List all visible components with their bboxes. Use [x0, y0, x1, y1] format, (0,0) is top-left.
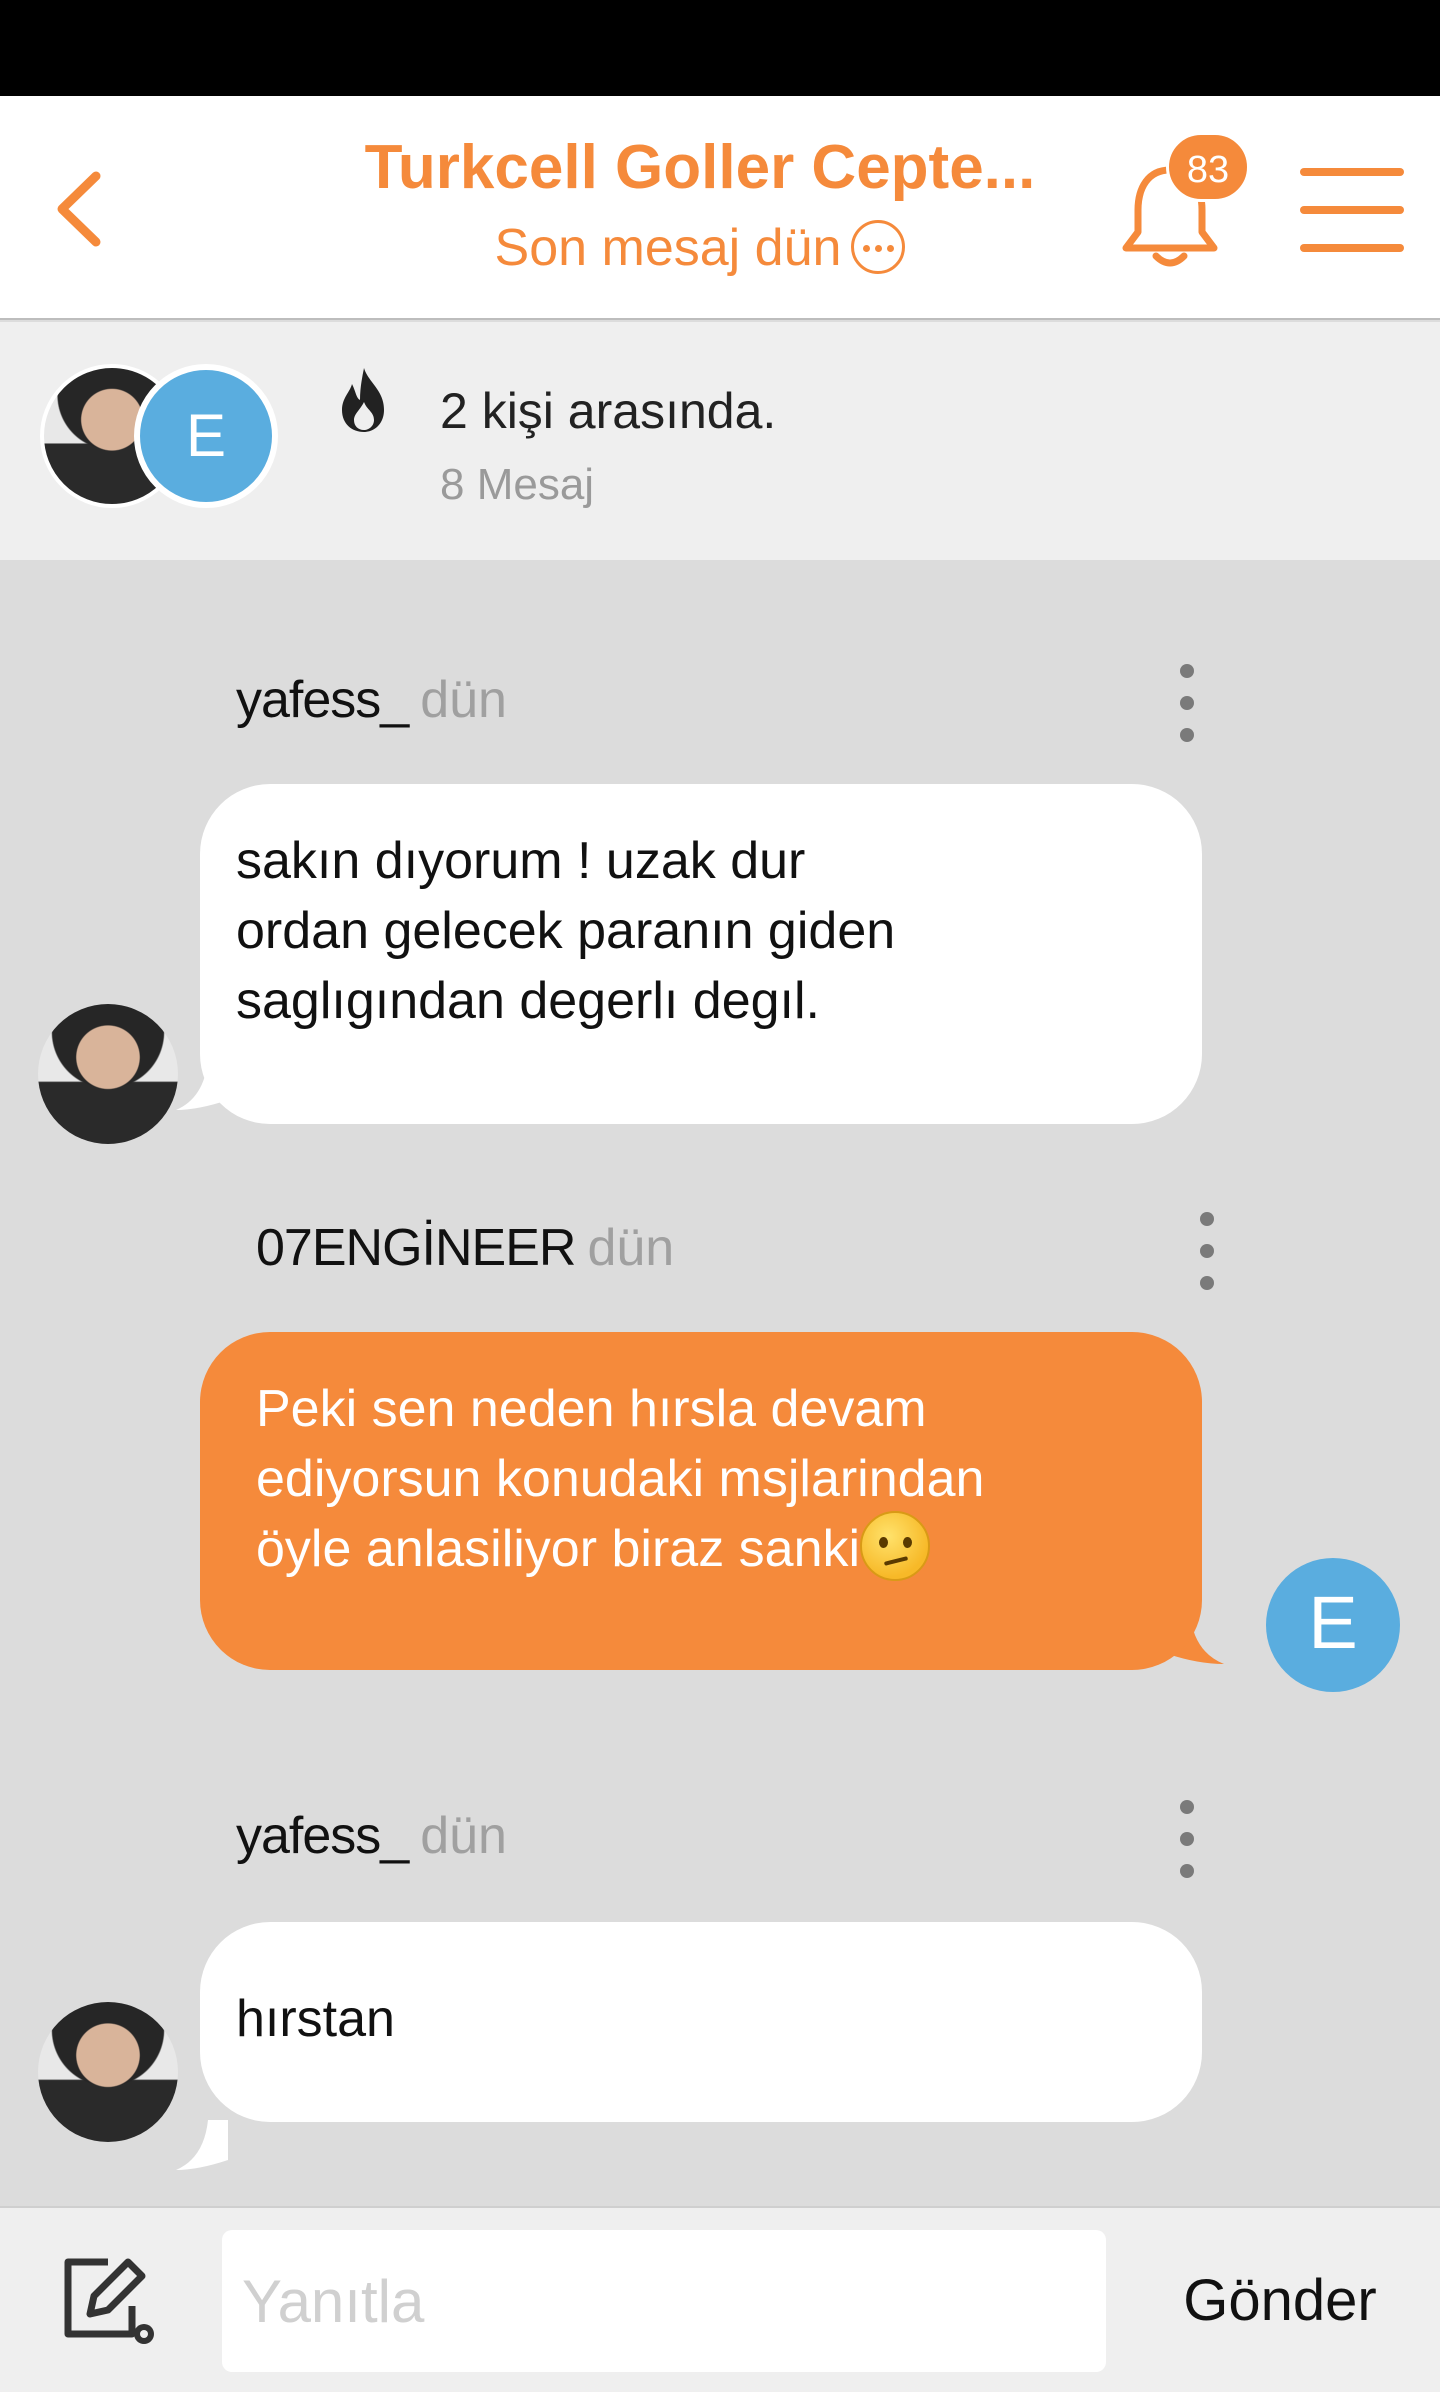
avatar[interactable]: E: [1266, 1558, 1400, 1692]
message-author-header: yafess_ dün: [236, 1806, 507, 1866]
status-bar: [0, 0, 1440, 96]
last-message-label: Son mesaj dün: [494, 219, 842, 277]
send-button[interactable]: Gönder: [1150, 2230, 1410, 2372]
message-bubble[interactable]: Peki sen neden hırsla devam ediyorsun ko…: [200, 1332, 1202, 1670]
message-author[interactable]: 07ENGİNEER: [256, 1219, 576, 1277]
message-time: dün: [587, 1219, 675, 1277]
compose-settings-icon[interactable]: [58, 2252, 162, 2352]
message-line: saglıgından degerlı degıl.: [236, 972, 820, 1030]
thread-participants-text: 2 kişi arasında.: [440, 383, 777, 439]
message-line: öyle anlasiliyor biraz sanki: [256, 1511, 1162, 1587]
message-options-icon[interactable]: [1192, 1212, 1222, 1292]
message-line: ediyorsun konudaki msjlarindan: [256, 1450, 985, 1508]
message-author[interactable]: yafess_: [236, 671, 409, 729]
message-options-icon[interactable]: [1172, 664, 1202, 744]
message-time: dün: [420, 1807, 507, 1865]
chat-screen: Turkcell Goller Cepte... Son mesaj dün 8…: [0, 0, 1440, 2392]
message-options-icon[interactable]: [1172, 1800, 1202, 1880]
confused-face-emoji: [860, 1511, 931, 1582]
thread-info: E 2 kişi arasında. 8 Mesaj: [0, 322, 1440, 560]
more-dots-icon[interactable]: [851, 220, 906, 275]
message-line: Peki sen neden hırsla devam: [256, 1380, 927, 1438]
thread-message-count: 8 Mesaj: [440, 460, 595, 509]
avatar[interactable]: [38, 2002, 178, 2142]
message-author-header: 07ENGİNEER dün: [256, 1218, 674, 1278]
message-author[interactable]: yafess_: [236, 1807, 409, 1865]
notification-badge[interactable]: 83: [1166, 132, 1250, 202]
hamburger-menu-icon[interactable]: [1300, 168, 1404, 252]
message-bubble[interactable]: sakın dıyorum ! uzak dur ordan gelecek p…: [200, 784, 1202, 1124]
last-message-subtitle: Son mesaj dün: [300, 218, 1100, 278]
app-header: Turkcell Goller Cepte... Son mesaj dün 8…: [0, 96, 1440, 320]
reply-input[interactable]: [222, 2230, 1106, 2372]
reply-composer: Gönder: [0, 2206, 1440, 2392]
message-time: dün: [420, 671, 507, 729]
message-line: ordan gelecek paranın giden: [236, 902, 896, 960]
page-title: Turkcell Goller Cepte...: [364, 133, 1036, 202]
bubble-tail: [176, 2120, 228, 2170]
avatar[interactable]: E: [134, 364, 278, 508]
back-button[interactable]: [44, 164, 120, 254]
message-author-header: yafess_ dün: [236, 670, 507, 730]
message-list: yafess_ dün sakın dıyorum ! uzak dur orda…: [0, 560, 1440, 2206]
fire-icon: [342, 368, 384, 432]
message-line: hırstan: [236, 1990, 395, 2048]
avatar[interactable]: [38, 1004, 178, 1144]
message-bubble[interactable]: hırstan: [200, 1922, 1202, 2122]
message-line: sakın dıyorum ! uzak dur: [236, 832, 806, 890]
back-chevron-icon: [57, 171, 101, 247]
message-line-text: öyle anlasiliyor biraz sanki: [256, 1520, 861, 1578]
